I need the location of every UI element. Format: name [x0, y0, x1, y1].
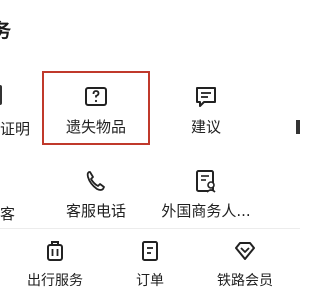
- feedback-icon: [193, 84, 219, 110]
- foreign-business-label: 外国商务人...: [161, 202, 251, 220]
- luggage-icon: [43, 239, 67, 263]
- diamond-icon: [233, 239, 257, 263]
- tab-travel-services[interactable]: 出行服务: [5, 232, 105, 294]
- customer-service-label: 客服电话: [65, 202, 126, 220]
- partial-icon-right-row1: [296, 120, 300, 134]
- tab-rail-membership[interactable]: 铁路会员: [195, 232, 295, 294]
- suggestion-label: 建议: [190, 118, 221, 136]
- partial-label-customer[interactable]: 客: [0, 203, 15, 224]
- suggestion-button[interactable]: 建议: [158, 76, 254, 146]
- document-person-icon: [193, 168, 219, 194]
- partial-icon-left-row1: [0, 85, 2, 105]
- divider: [0, 228, 300, 229]
- foreign-business-button[interactable]: 外国商务人...: [148, 160, 264, 230]
- tab-travel-services-label: 出行服务: [27, 273, 83, 289]
- partial-label-proof[interactable]: 证明: [0, 118, 30, 139]
- tab-orders-label: 订单: [136, 273, 164, 289]
- tab-rail-membership-label: 铁路会员: [217, 273, 273, 289]
- highlight-box: [42, 71, 150, 145]
- phone-icon: [83, 168, 109, 194]
- order-icon: [138, 239, 162, 263]
- tab-orders[interactable]: 订单: [100, 232, 200, 294]
- customer-service-button[interactable]: 客服电话: [48, 160, 144, 230]
- section-title: 务: [0, 20, 13, 42]
